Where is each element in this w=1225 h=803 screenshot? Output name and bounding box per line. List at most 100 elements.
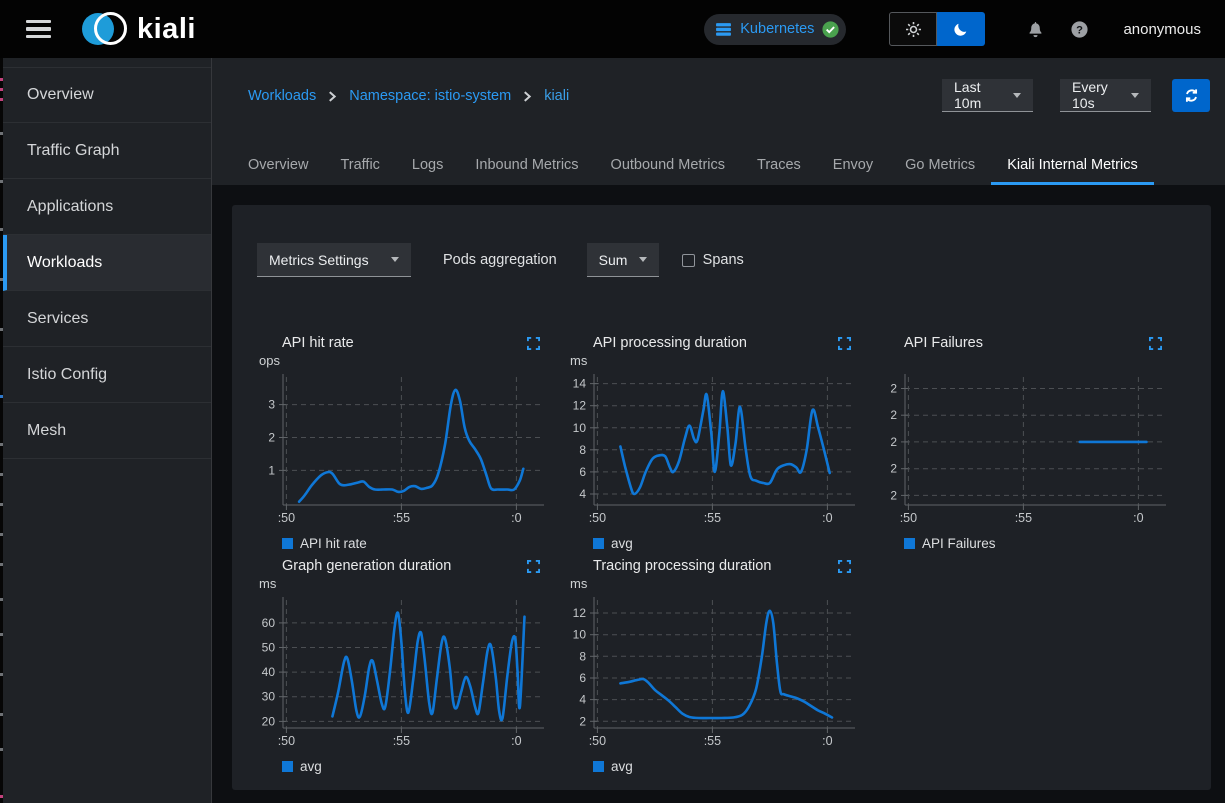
expand-icon[interactable] — [838, 337, 851, 350]
tab-overview[interactable]: Overview — [232, 144, 324, 185]
svg-text:2: 2 — [579, 714, 586, 728]
chart-title: API Failures — [904, 335, 983, 351]
tab-logs[interactable]: Logs — [396, 144, 459, 185]
pods-aggregation-label: Pods aggregation — [443, 252, 557, 268]
svg-text:40: 40 — [262, 665, 276, 679]
menu-toggle-button[interactable] — [26, 16, 51, 42]
tab-traces[interactable]: Traces — [741, 144, 817, 185]
sidebar-item-istio-config[interactable]: Istio Config — [3, 347, 211, 403]
expand-icon[interactable] — [1149, 337, 1162, 350]
legend-swatch — [593, 538, 604, 549]
question-circle-icon: ? — [1071, 21, 1088, 38]
chart-legend[interactable]: API Failures — [879, 531, 1172, 555]
cluster-selector[interactable]: Kubernetes — [704, 14, 846, 45]
dark-theme-button[interactable] — [937, 12, 985, 46]
svg-text::50: :50 — [278, 734, 295, 748]
chart-legend[interactable]: avg — [257, 754, 550, 778]
line-chart-plot: 141210864:50:55:0 — [568, 371, 861, 531]
chart-api-failures: API Failures 22222:50:55:0 API Failures — [879, 333, 1172, 555]
chart-title: API processing duration — [593, 335, 747, 351]
svg-text::0: :0 — [822, 511, 832, 525]
help-button[interactable]: ? — [1071, 21, 1088, 38]
app-body: Overview Traffic Graph Applications Work… — [0, 58, 1225, 803]
svg-text:2: 2 — [890, 488, 897, 502]
breadcrumb: Workloads Namespace: istio-system kiali — [248, 88, 569, 104]
svg-text::50: :50 — [900, 511, 917, 525]
tab-kiali-internal-metrics[interactable]: Kiali Internal Metrics — [991, 144, 1154, 185]
expand-icon[interactable] — [527, 337, 540, 350]
theme-toggle — [889, 12, 985, 46]
main-area: Workloads Namespace: istio-system kiali … — [212, 58, 1225, 803]
svg-text::50: :50 — [278, 511, 295, 525]
y-axis-unit: ms — [257, 576, 550, 594]
svg-text::50: :50 — [589, 734, 606, 748]
legend-swatch — [282, 761, 293, 772]
refresh-button[interactable] — [1172, 79, 1210, 112]
legend-label: avg — [611, 759, 633, 774]
sidebar-item-overview[interactable]: Overview — [3, 67, 211, 123]
chart-legend[interactable]: avg — [568, 754, 861, 778]
y-axis-unit: ms — [568, 576, 861, 594]
metrics-card: Metrics Settings Pods aggregation Sum Sp… — [232, 205, 1211, 790]
tab-go-metrics[interactable]: Go Metrics — [889, 144, 991, 185]
svg-text::55: :55 — [704, 511, 721, 525]
chart-tracing-processing-duration: Tracing processing duration ms 12108642:… — [568, 556, 861, 778]
background-window-sliver — [0, 58, 3, 803]
tab-inbound-metrics[interactable]: Inbound Metrics — [459, 144, 594, 185]
expand-icon[interactable] — [527, 560, 540, 573]
sun-icon — [905, 21, 922, 38]
tab-outbound-metrics[interactable]: Outbound Metrics — [595, 144, 741, 185]
tab-traffic[interactable]: Traffic — [324, 144, 395, 185]
pods-aggregation-value: Sum — [599, 252, 628, 268]
metrics-settings-dropdown[interactable]: Metrics Settings — [257, 243, 411, 277]
sidebar-item-services[interactable]: Services — [3, 291, 211, 347]
caret-down-icon — [1131, 93, 1139, 98]
chevron-right-icon — [328, 91, 337, 102]
breadcrumb-current-workload[interactable]: kiali — [544, 88, 569, 104]
chart-title: Tracing processing duration — [593, 558, 771, 574]
svg-text:2: 2 — [890, 435, 897, 449]
breadcrumb-workloads[interactable]: Workloads — [248, 88, 316, 104]
refresh-interval-value: Every 10s — [1072, 79, 1121, 111]
svg-text:14: 14 — [573, 377, 587, 391]
username: anonymous — [1123, 21, 1201, 38]
tab-envoy[interactable]: Envoy — [817, 144, 889, 185]
legend-swatch — [593, 761, 604, 772]
kiali-app: kiali Kubernetes — [0, 0, 1225, 803]
refresh-interval-dropdown[interactable]: Every 10s — [1060, 79, 1151, 112]
sidebar-item-workloads[interactable]: Workloads — [3, 235, 211, 291]
svg-text:30: 30 — [262, 690, 276, 704]
legend-label: avg — [300, 759, 322, 774]
chevron-right-icon — [523, 91, 532, 102]
sidebar-item-traffic-graph[interactable]: Traffic Graph — [3, 123, 211, 179]
svg-text:2: 2 — [890, 382, 897, 396]
masthead-actions: Kubernetes — [704, 12, 1201, 46]
line-chart-plot: 321:50:55:0 — [257, 371, 550, 531]
spans-checkbox[interactable] — [682, 254, 695, 267]
caret-down-icon — [639, 257, 647, 262]
caret-down-icon — [1013, 93, 1021, 98]
svg-text:8: 8 — [579, 649, 586, 663]
check-circle-icon — [822, 21, 839, 38]
content-header: Workloads Namespace: istio-system kiali … — [212, 58, 1225, 185]
charts-grid: API hit rate ops 321:50:55:0 API hit rat… — [257, 333, 1211, 778]
caret-down-icon — [391, 257, 399, 262]
light-theme-button[interactable] — [889, 12, 937, 46]
sidebar-item-applications[interactable]: Applications — [3, 179, 211, 235]
breadcrumb-namespace[interactable]: Namespace: istio-system — [349, 88, 511, 104]
pods-aggregation-dropdown[interactable]: Sum — [587, 243, 659, 277]
line-chart-plot: 6050403020:50:55:0 — [257, 594, 550, 754]
sidebar-item-mesh[interactable]: Mesh — [3, 403, 211, 459]
svg-text::55: :55 — [393, 734, 410, 748]
chart-api-processing-duration: API processing duration ms 141210864:50:… — [568, 333, 861, 555]
time-range-dropdown[interactable]: Last 10m — [942, 79, 1033, 112]
chart-title: API hit rate — [282, 335, 354, 351]
line-chart-plot: 22222:50:55:0 — [879, 371, 1172, 531]
expand-icon[interactable] — [838, 560, 851, 573]
svg-text::0: :0 — [822, 734, 832, 748]
notifications-button[interactable] — [1027, 21, 1044, 38]
chart-legend[interactable]: avg — [568, 531, 861, 555]
svg-text:60: 60 — [262, 616, 276, 630]
svg-text:4: 4 — [579, 487, 586, 501]
chart-legend[interactable]: API hit rate — [257, 531, 550, 555]
